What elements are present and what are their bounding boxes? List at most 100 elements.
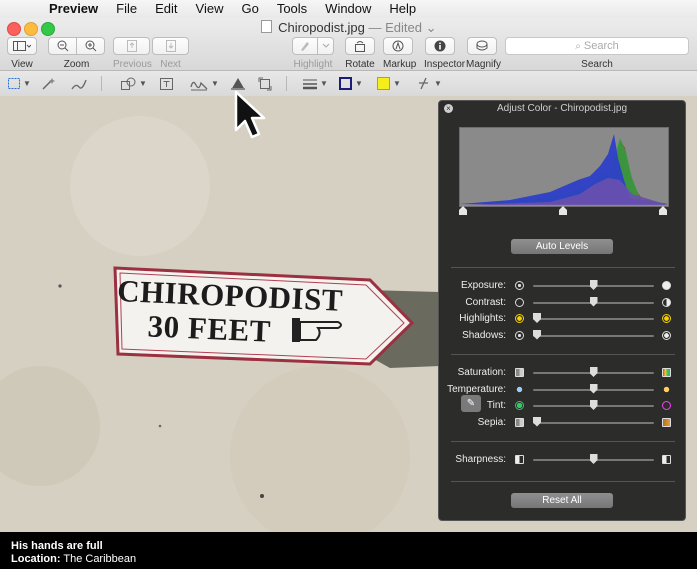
exposure-slider-knob[interactable] (589, 280, 598, 290)
highlights-min-icon (515, 314, 524, 323)
contrast-label: Contrast: (465, 296, 506, 308)
shape-style-tool[interactable]: ▼ (303, 75, 328, 92)
highlights-max-icon (662, 314, 671, 323)
exposure-min-icon (515, 281, 524, 290)
next-button[interactable] (152, 37, 189, 55)
markup-button[interactable] (383, 37, 413, 55)
sharpness-slider-knob[interactable] (589, 454, 598, 464)
rotate-button[interactable] (345, 37, 375, 55)
tint-slider-knob[interactable] (589, 400, 598, 410)
highlights-label: Highlights: (459, 313, 506, 324)
text-style-tool[interactable]: ▼ (417, 75, 442, 92)
saturation-slider-knob[interactable] (589, 367, 598, 377)
chevron-down-icon: ▼ (23, 79, 31, 88)
zoom-in-button[interactable] (77, 37, 105, 55)
previous-label: Previous (113, 59, 152, 70)
menu-help[interactable]: Help (380, 0, 425, 18)
tint-row: Tint: ✎ (439, 395, 687, 414)
fill-color-tool[interactable]: ▼ (377, 75, 401, 92)
search-placeholder: Search (583, 40, 619, 52)
magic-wand-icon (42, 77, 55, 90)
adjust-color-panel: × Adjust Color - Chiropodist.jpg Auto Le… (438, 100, 686, 521)
sketch-tool[interactable] (71, 75, 87, 92)
menu-preview[interactable]: Preview (40, 0, 107, 18)
sharpness-min-icon (515, 455, 524, 464)
panel-divider (451, 354, 675, 355)
contrast-min-icon (515, 297, 524, 307)
signature-icon (190, 81, 208, 90)
panel-divider (451, 441, 675, 442)
menu-edit[interactable]: Edit (146, 0, 186, 18)
saturation-min-icon (515, 368, 524, 377)
window-toolbar: Chiropodist.jpg — Edited ⌄ View Zoom Pre… (0, 18, 697, 71)
reset-all-button[interactable]: Reset All (511, 493, 613, 508)
eyedropper-button[interactable]: ✎ (461, 395, 481, 412)
shadows-slider[interactable] (533, 334, 654, 337)
next-page-icon (165, 40, 176, 52)
sign-text: CHIROPODIST 30 FEET (115, 273, 344, 352)
border-color-tool[interactable]: ▼ (339, 75, 363, 92)
menu-view[interactable]: View (187, 0, 233, 18)
tint-label: Tint: (486, 400, 506, 411)
selection-tool[interactable]: ▼ (8, 75, 31, 92)
search-icon: ⌕ (575, 41, 581, 52)
histogram-graph (460, 134, 668, 205)
menu-file[interactable]: File (107, 0, 146, 18)
zoom-out-button[interactable] (48, 37, 77, 55)
instant-alpha-tool[interactable] (41, 75, 55, 92)
text-tool[interactable] (160, 75, 173, 92)
temperature-slider-knob[interactable] (589, 383, 598, 394)
sepia-min-icon (515, 417, 524, 427)
menu-go[interactable]: Go (232, 0, 267, 18)
rectangular-selection-icon (8, 78, 20, 89)
shapes-tool[interactable]: ▼ (120, 75, 147, 92)
shadows-slider-knob[interactable] (533, 329, 541, 340)
contrast-max-icon (662, 297, 671, 307)
chevron-down-icon: ▼ (211, 79, 219, 88)
sepia-slider-knob[interactable] (533, 416, 541, 427)
magnify-button[interactable] (467, 37, 497, 55)
sepia-row: Sepia: (439, 415, 687, 431)
shadows-row: Shadows: (439, 328, 687, 344)
inspector-button[interactable] (425, 37, 455, 55)
sepia-slider[interactable] (533, 421, 654, 424)
menu-window[interactable]: Window (316, 0, 380, 18)
levels-sliders (459, 205, 667, 217)
contrast-slider-knob[interactable] (589, 296, 598, 307)
view-button[interactable] (7, 37, 37, 55)
temperature-min-icon (515, 384, 524, 394)
sharpness-label: Sharpness: (455, 454, 506, 465)
adjust-color-prism-icon (231, 77, 245, 90)
text-style-icon (419, 77, 428, 90)
levels-marker[interactable] (559, 206, 567, 215)
edited-indicator[interactable]: — Edited ⌄ (368, 20, 436, 35)
highlights-slider-knob[interactable] (533, 313, 541, 323)
rotate-label: Rotate (345, 59, 375, 70)
search-input[interactable]: ⌕ Search (505, 37, 689, 55)
window-title: Chiropodist.jpg — Edited ⌄ (0, 20, 697, 36)
previous-button[interactable] (113, 37, 150, 55)
view-label: View (11, 59, 33, 70)
levels-marker[interactable] (459, 206, 467, 215)
temperature-label: Temperature: (447, 383, 506, 395)
border-color-swatch-icon (339, 77, 352, 90)
highlight-button[interactable] (292, 37, 318, 55)
photo-caption: His hands are full Location: The Caribbe… (11, 540, 136, 566)
menu-tools[interactable]: Tools (268, 0, 316, 18)
exposure-max-icon (662, 281, 671, 290)
highlight-menu-button[interactable] (318, 37, 334, 55)
markup-toolbar: ▼ ▼ ▼ ▼ ▼ ▼ ▼ (0, 71, 697, 97)
exposure-row: Exposure: (439, 278, 687, 294)
auto-levels-button[interactable]: Auto Levels (511, 239, 613, 254)
shadows-min-icon (515, 330, 524, 340)
sharpness-max-icon (662, 455, 671, 464)
shapes-icon (121, 77, 136, 90)
markup-label: Markup (383, 59, 417, 70)
levels-marker[interactable] (659, 206, 667, 215)
sign-tool[interactable]: ▼ (190, 75, 219, 92)
chevron-down-icon: ▼ (434, 79, 442, 88)
highlights-slider[interactable] (533, 318, 654, 320)
inspector-label: Inspector (424, 59, 466, 70)
sharpness-row: Sharpness: (439, 452, 687, 468)
shadows-max-icon (662, 330, 671, 340)
